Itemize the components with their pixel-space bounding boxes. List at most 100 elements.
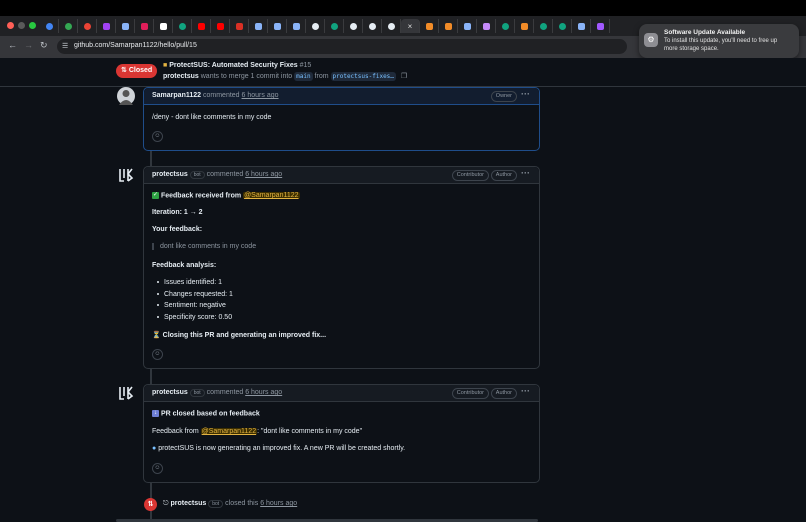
comment-author[interactable]: Samarpan1122 [152, 92, 201, 99]
browser-tab[interactable] [439, 19, 458, 33]
feedback-prefix: Feedback from [152, 428, 199, 435]
openai-icon [501, 22, 509, 30]
add-reaction-icon[interactable]: ☺ [152, 463, 163, 474]
feedback-quote: dont like comments in my code [152, 243, 256, 250]
user-mention-link[interactable]: @Samarpan1122 [243, 192, 300, 200]
bot-badge: bot [189, 389, 205, 397]
github-icon [387, 22, 395, 30]
back-button[interactable]: ← [8, 40, 17, 50]
browser-tab[interactable] [496, 19, 515, 33]
comment-author[interactable]: protectsus [152, 171, 188, 178]
comment-timestamp[interactable]: 6 hours ago [245, 171, 282, 178]
browser-tab[interactable] [135, 19, 154, 33]
browser-tab[interactable] [572, 19, 591, 33]
comment-header-line: protectsus bot commented 6 hours ago [152, 389, 282, 397]
browser-tab[interactable] [97, 19, 116, 33]
window-top-bar [0, 0, 806, 16]
browser-tab[interactable] [382, 19, 401, 33]
browser-tab[interactable] [325, 19, 344, 33]
browser-tab[interactable] [249, 19, 268, 33]
figma-icon [596, 22, 604, 30]
orange-icon [425, 22, 433, 30]
browser-tab[interactable] [534, 19, 553, 33]
protectsus-logo-avatar[interactable] [117, 384, 135, 402]
browser-tab[interactable] [78, 19, 97, 33]
orange-icon [520, 22, 528, 30]
more-options-icon[interactable]: ··· [521, 168, 530, 178]
comment-author[interactable]: protectsus [152, 389, 188, 396]
browser-tab[interactable] [40, 19, 59, 33]
status-line: ● protectSUS is now generating an improv… [152, 445, 405, 452]
event-actor[interactable]: protectsus [171, 500, 207, 507]
closing-text: ⏳ Closing this PR and generating an impr… [152, 332, 327, 339]
browser-tab[interactable] [287, 19, 306, 33]
github-icon [349, 22, 357, 30]
author-badge: Author [490, 388, 517, 399]
protectsus-small-logo-icon[interactable]: ⎋ [163, 500, 169, 507]
github-icon [311, 22, 319, 30]
comment-card: Samarpan1122 commented 6 hours ago Owner… [143, 87, 540, 151]
slack-icon [140, 22, 148, 30]
browser-tab[interactable] [515, 19, 534, 33]
browser-tab[interactable] [363, 19, 382, 33]
event-action: closed this [225, 500, 259, 507]
browser-tab[interactable]: × [401, 19, 420, 33]
close-icon: × [407, 21, 413, 31]
browser-icon [292, 22, 300, 30]
head-branch[interactable]: protectsus-fixes… [330, 72, 396, 81]
chrome-icon [64, 22, 72, 30]
browser-tab[interactable] [154, 19, 173, 33]
browser-tab[interactable] [173, 19, 192, 33]
browser-tab[interactable] [458, 19, 477, 33]
browser-tab[interactable] [306, 19, 325, 33]
add-reaction-icon[interactable]: ☺ [152, 349, 163, 360]
browser-tab[interactable] [553, 19, 572, 33]
minimize-window-button[interactable] [18, 22, 25, 29]
browser-tab[interactable] [211, 19, 230, 33]
chrome-icon [45, 22, 53, 30]
add-reaction-icon[interactable]: ☺ [152, 131, 163, 142]
close-window-button[interactable] [7, 22, 14, 29]
user-mention-link[interactable]: @Samarpan1122 [200, 428, 258, 435]
browser-icon [273, 22, 281, 30]
browser-tab[interactable] [268, 19, 287, 33]
browser-tab[interactable] [230, 19, 249, 33]
url-text: github.com/Samarpan1122/hello/pull/15 [74, 42, 197, 49]
your-feedback-label: Your feedback: [152, 226, 203, 233]
pr-author-link[interactable]: protectsus [163, 73, 199, 80]
pr-title[interactable]: ProtectSUS: Automated Security Fixes [169, 62, 298, 69]
owner-badge: Owner [490, 91, 517, 102]
reload-button[interactable]: ↻ [40, 40, 48, 51]
gmail-icon [235, 22, 243, 30]
closed-heading: ↓ PR closed based on feedback [152, 410, 260, 417]
browser-tab[interactable] [192, 19, 211, 33]
site-info-icon[interactable]: ☰ [62, 42, 68, 50]
bullet-icon [157, 281, 159, 284]
more-options-icon[interactable]: ··· [521, 386, 530, 396]
list-item: Issues identified: 1 [157, 279, 222, 286]
browser-tab[interactable] [116, 19, 135, 33]
avatar[interactable] [117, 87, 135, 105]
openai-icon [558, 22, 566, 30]
browser-tab[interactable] [344, 19, 363, 33]
pull-request-closed-icon: ⇅ [121, 67, 127, 74]
event-timestamp[interactable]: 6 hours ago [260, 500, 297, 507]
browser-tab[interactable] [59, 19, 78, 33]
forward-button[interactable]: → [24, 40, 33, 50]
comment-timestamp[interactable]: 6 hours ago [245, 389, 282, 396]
browser-tab[interactable] [477, 19, 496, 33]
browser-tab[interactable] [591, 19, 610, 33]
pr-merge-text: wants to merge 1 commit into [200, 73, 293, 80]
more-options-icon[interactable]: ··· [521, 89, 530, 99]
browser-tabs: × [40, 19, 610, 33]
browser-tab[interactable] [420, 19, 439, 33]
youtube-icon [216, 22, 224, 30]
status-line-text: protectSUS is now generating an improved… [158, 445, 406, 452]
protectsus-logo-avatar[interactable] [117, 166, 135, 184]
copy-icon[interactable]: ❐ [401, 73, 407, 80]
maximize-window-button[interactable] [29, 22, 36, 29]
comment-timestamp[interactable]: 6 hours ago [242, 92, 279, 99]
base-branch[interactable]: main [294, 72, 313, 81]
chrome-icon [83, 22, 91, 30]
closed-box-icon: ↓ [152, 410, 159, 417]
